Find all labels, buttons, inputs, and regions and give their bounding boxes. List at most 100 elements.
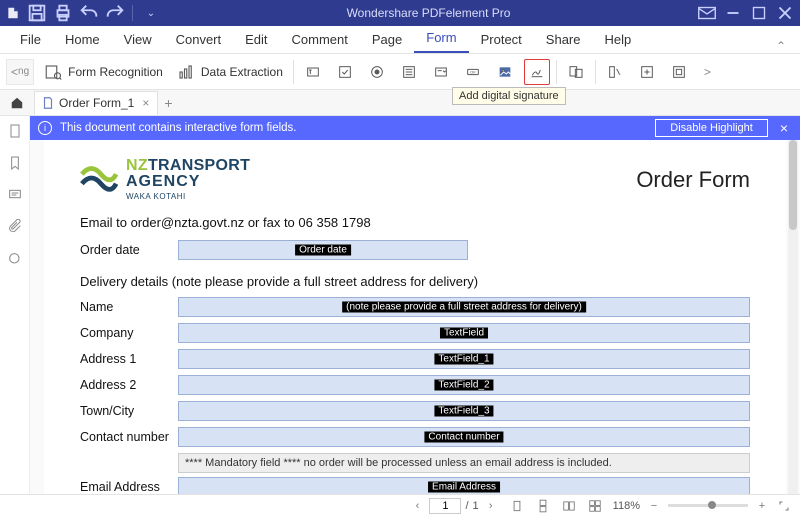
view-two-page-icon[interactable] [561, 498, 577, 514]
more-tools-2-icon[interactable] [634, 59, 660, 85]
digital-signature-tool-icon[interactable] [524, 59, 550, 85]
add-tab-icon[interactable]: + [164, 95, 172, 111]
page-input[interactable] [429, 498, 461, 514]
label-contact: Contact number [80, 430, 178, 444]
search-panel-icon[interactable] [6, 250, 24, 268]
zoom-in-icon[interactable]: + [754, 498, 770, 514]
menu-convert[interactable]: Convert [164, 26, 234, 53]
more-tools-1-icon[interactable] [602, 59, 628, 85]
redo-icon[interactable] [104, 2, 126, 24]
menu-help[interactable]: Help [593, 26, 644, 53]
data-extraction-button[interactable]: Data Extraction [173, 63, 287, 81]
menu-edit[interactable]: Edit [233, 26, 279, 53]
save-icon[interactable] [26, 2, 48, 24]
zoom-slider[interactable] [668, 504, 748, 507]
menu-file[interactable]: File [8, 26, 53, 53]
listbox-tool-icon[interactable] [396, 59, 422, 85]
mail-icon[interactable] [696, 2, 718, 24]
document-tab-1[interactable]: Order Form_1 × [34, 91, 158, 115]
form-recognition-icon [44, 63, 62, 81]
menu-protect[interactable]: Protect [469, 26, 534, 53]
radio-tool-icon[interactable] [364, 59, 390, 85]
fullscreen-icon[interactable] [776, 498, 792, 514]
row-order-date: Order date Order date [80, 240, 750, 260]
menu-view[interactable]: View [112, 26, 164, 53]
view-continuous-icon[interactable] [535, 498, 551, 514]
field-address1[interactable]: TextField_1 [178, 349, 750, 369]
page-navigator: ‹ / 1 › [409, 498, 498, 514]
print-icon[interactable] [52, 2, 74, 24]
qat-dropdown-icon[interactable] [139, 2, 161, 24]
row-contact: Contact number Contact number [80, 427, 750, 447]
ribbon-collapse-icon[interactable]: ⌃ [770, 39, 792, 53]
view-single-icon[interactable] [509, 498, 525, 514]
field-tag: Order date [295, 245, 351, 256]
button-tool-icon[interactable]: OK [460, 59, 486, 85]
brand-line2: AGENCY [126, 174, 250, 190]
brand-line3: WAKA KOTAHI [126, 192, 250, 201]
prev-page-icon[interactable]: ‹ [409, 498, 425, 514]
field-town[interactable]: TextField_3 [178, 401, 750, 421]
scrollbar-thumb[interactable] [789, 140, 797, 230]
more-tools-3-icon[interactable] [666, 59, 692, 85]
form-recognition-button[interactable]: Form Recognition [40, 63, 167, 81]
menu-share[interactable]: Share [534, 26, 593, 53]
image-tool-icon[interactable] [492, 59, 518, 85]
menu-page[interactable]: Page [360, 26, 414, 53]
document-header: NZTRANSPORT AGENCY WAKA KOTAHI Order For… [80, 158, 750, 201]
vertical-scrollbar[interactable] [788, 140, 798, 494]
field-tag: TextField_2 [434, 380, 493, 391]
field-company[interactable]: TextField [178, 323, 750, 343]
data-extraction-label: Data Extraction [201, 65, 283, 79]
attachments-panel-icon[interactable] [6, 218, 24, 236]
ribbon-scroll-right[interactable]: > [700, 65, 715, 79]
form-properties-icon[interactable] [563, 59, 589, 85]
zoom-slider-thumb[interactable] [708, 501, 716, 509]
menu-bar: File Home View Convert Edit Comment Page… [0, 26, 800, 54]
dropdown-tool-icon[interactable] [428, 59, 454, 85]
zoom-controls: 118% − + [613, 498, 792, 514]
status-bar: ‹ / 1 › 118% − + [0, 494, 800, 516]
menu-form[interactable]: Form [414, 24, 468, 53]
close-button[interactable] [774, 2, 796, 24]
menu-home[interactable]: Home [53, 26, 112, 53]
minimize-button[interactable] [722, 2, 744, 24]
notice-close-icon[interactable]: × [776, 120, 792, 136]
document-title: Order Form [636, 167, 750, 193]
field-name[interactable]: (note please provide a full street addre… [178, 297, 750, 317]
ribbon-scroll-left[interactable]: < ng [6, 59, 34, 85]
checkbox-tool-icon[interactable] [332, 59, 358, 85]
document-tab-label: Order Form_1 [59, 96, 134, 110]
text-field-tool-icon[interactable] [300, 59, 326, 85]
field-order-date[interactable]: Order date [178, 240, 468, 260]
page-viewport[interactable]: NZTRANSPORT AGENCY WAKA KOTAHI Order For… [44, 140, 786, 494]
undo-icon[interactable] [78, 2, 100, 24]
label-address2: Address 2 [80, 378, 178, 392]
field-email[interactable]: Email Address [178, 477, 750, 494]
document-area: i This document contains interactive for… [30, 116, 800, 494]
label-address1: Address 1 [80, 352, 178, 366]
zoom-out-icon[interactable]: − [646, 498, 662, 514]
field-tag: TextField_1 [434, 354, 493, 365]
close-tab-icon[interactable]: × [142, 96, 149, 110]
row-name: Name (note please provide a full street … [80, 297, 750, 317]
menu-comment[interactable]: Comment [280, 26, 360, 53]
home-tab-icon[interactable] [4, 90, 30, 116]
form-notice-bar: i This document contains interactive for… [30, 116, 800, 140]
window-title: Wondershare PDFelement Pro [161, 6, 696, 20]
disable-highlight-button[interactable]: Disable Highlight [655, 119, 768, 137]
document-icon [41, 96, 55, 110]
comments-panel-icon[interactable] [6, 186, 24, 204]
next-page-icon[interactable]: › [483, 498, 499, 514]
row-address2: Address 2 TextField_2 [80, 375, 750, 395]
brand-text: NZTRANSPORT AGENCY WAKA KOTAHI [126, 158, 250, 201]
maximize-button[interactable] [748, 2, 770, 24]
field-contact[interactable]: Contact number [178, 427, 750, 447]
bookmarks-panel-icon[interactable] [6, 154, 24, 172]
zoom-value: 118% [613, 500, 640, 512]
thumbnails-panel-icon[interactable] [6, 122, 24, 140]
view-grid-icon[interactable] [587, 498, 603, 514]
page-sep: / [465, 500, 468, 512]
info-icon: i [38, 121, 52, 135]
field-address2[interactable]: TextField_2 [178, 375, 750, 395]
